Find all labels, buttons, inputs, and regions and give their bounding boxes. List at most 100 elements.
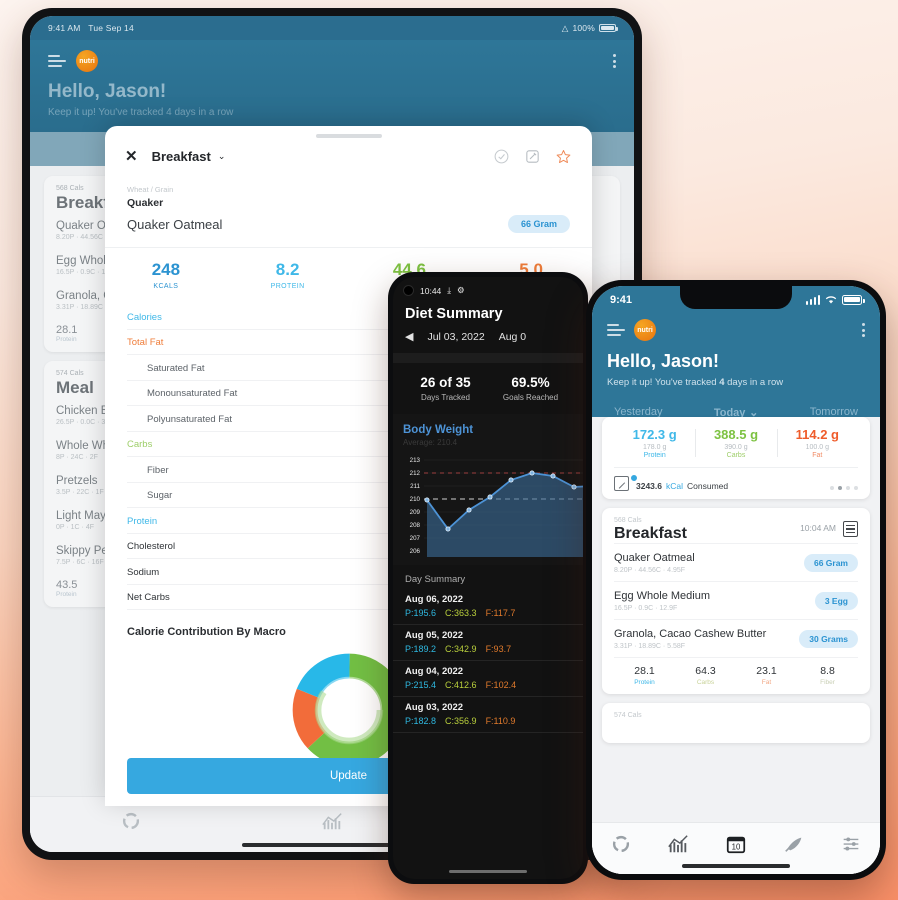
macro-carbs: 388.5 g 390.0 g Carbs — [695, 427, 776, 459]
iphone-day-yesterday[interactable]: Yesterday — [614, 406, 663, 418]
svg-text:209: 209 — [410, 509, 421, 516]
serving-size-pill[interactable]: 66 Gram — [507, 215, 570, 233]
battery-icon — [599, 24, 618, 32]
macro-label: Carbs — [726, 452, 746, 459]
day-summary-title: Day Summary — [393, 565, 583, 589]
iphone-hero: nutri Hello, Jason! Keep it up! You've t… — [592, 313, 880, 400]
android-device: 10:44 ⤓ ⚙ Diet Summary ◀ Jul 03, 2022 Au… — [388, 272, 588, 884]
list-menu-icon[interactable] — [843, 521, 858, 537]
macro-donut-icon[interactable] — [120, 810, 142, 832]
food-info-block: Wheat / Grain Quaker Quaker Oatmeal 66 G… — [105, 173, 592, 247]
iphone-meal-card-breakfast[interactable]: 568 Cals Breakfast 10:04 AM Quaker Oatme… — [602, 508, 870, 694]
macro-fat: 114.2 g 100.0 g Fat — [776, 427, 858, 459]
calendar-10-icon[interactable]: 10 — [725, 833, 747, 855]
item-serving-pill[interactable]: 30 Grams — [799, 630, 858, 648]
menu-hamburger-icon[interactable] — [48, 55, 66, 67]
modal-header: ✕ Breakfast ⌄ — [105, 138, 592, 173]
macro-value: 388.5 g — [713, 427, 759, 442]
day-summary-row[interactable]: Aug 03, 2022 P:182.8 C:356.9 F:110.9 — [393, 697, 583, 733]
macro-value: 248 — [151, 260, 181, 279]
iphone-notch — [680, 286, 792, 309]
macro-goal: 100.0 g — [805, 444, 829, 451]
total-label: Carbs — [696, 679, 715, 686]
nutrient-label: Polyunsaturated Fat — [147, 413, 233, 425]
settings-sliders-icon[interactable] — [840, 833, 862, 855]
iphone-day-tomorrow[interactable]: Tomorrow — [810, 406, 858, 418]
item-macros: 3.31P · 18.89C · 5.58F — [614, 643, 686, 650]
day-summary-row[interactable]: Aug 04, 2022 P:215.4 C:412.6 F:102.4 — [393, 661, 583, 697]
prev-arrow-icon[interactable]: ◀ — [405, 330, 413, 343]
iphone-time: 9:41 — [610, 293, 633, 306]
svg-text:212: 212 — [410, 470, 421, 477]
progress-thumb[interactable] — [630, 473, 638, 482]
close-icon[interactable]: ✕ — [125, 149, 138, 164]
menu-hamburger-icon[interactable] — [607, 324, 625, 336]
total-value: 64.3 — [695, 665, 716, 677]
clock-check-icon[interactable] — [493, 148, 510, 165]
chart-title: Body Weight — [403, 424, 474, 436]
total-value: 28.1 — [56, 324, 78, 336]
modal-title: Breakfast — [151, 149, 211, 164]
svg-text:10: 10 — [732, 842, 741, 851]
stat-label: Goals Reached — [502, 393, 559, 402]
macro-value: 172.3 g — [632, 427, 677, 442]
day-fat: F:110.9 — [485, 716, 516, 726]
day-protein: P:195.6 — [405, 608, 437, 618]
food-icon[interactable] — [783, 833, 805, 855]
iphone-meal-card-next[interactable]: 574 Cals — [602, 703, 870, 743]
day-fat: F:102.4 — [485, 680, 517, 690]
day-date: Aug 05, 2022 — [405, 630, 464, 641]
subtitle-suffix: days in a row — [724, 377, 784, 388]
wifi-icon: △ — [561, 22, 569, 33]
macro-kcals: 248 KCALS — [105, 260, 227, 290]
meal-time: 10:04 AM — [800, 523, 836, 533]
item-serving-pill[interactable]: 3 Egg — [814, 592, 858, 610]
day-date: Aug 04, 2022 — [405, 666, 464, 677]
day-carbs: C:342.9 — [445, 644, 477, 654]
item-name: Egg Whole Medium — [614, 590, 710, 602]
meal-item[interactable]: Egg Whole Medium 16.5P · 0.9C · 12.9F 3 … — [614, 581, 858, 619]
battery-icon — [842, 294, 865, 305]
meal-item[interactable]: Granola, Cacao Cashew Butter 3.31P · 18.… — [614, 619, 858, 657]
macro-goal: 390.0 g — [724, 444, 748, 451]
iphone-device: 9:41 nutri Hello, Jason! Keep it up! You… — [586, 280, 886, 880]
svg-text:213: 213 — [410, 457, 421, 464]
date-range-end[interactable]: Aug 0 — [499, 331, 526, 343]
food-category: Wheat / Grain — [127, 185, 174, 194]
chevron-down-icon[interactable]: ⌄ — [218, 151, 226, 162]
total-value: 28.1 — [634, 665, 655, 677]
day-protein: P:215.4 — [405, 680, 437, 690]
stat-goals-reached: 69.5% Goals Reached — [488, 375, 573, 402]
chart-subtitle: Average: 210.4 — [403, 438, 458, 447]
macro-donut-icon[interactable] — [610, 833, 632, 855]
edit-pencil-icon[interactable] — [524, 148, 541, 165]
macro-label: KCALS — [153, 283, 179, 290]
nutrient-label: Fiber — [147, 464, 169, 476]
bar-chart-icon[interactable] — [667, 833, 689, 855]
bar-chart-icon[interactable] — [321, 810, 343, 832]
tablet-greeting-subtitle: Keep it up! You've tracked 4 days in a r… — [48, 107, 234, 118]
page-dots[interactable] — [830, 486, 858, 491]
star-icon[interactable] — [555, 148, 572, 165]
meal-totals: 28.1 Protein 64.3 Carbs 23.1 Fat 8.8 Fiber — [614, 657, 858, 686]
overflow-menu-icon[interactable] — [613, 54, 616, 68]
meal-item[interactable]: Quaker Oatmeal 8.20P · 44.56C · 4.95F 66… — [614, 543, 858, 581]
stat-value: 69.5% — [511, 375, 550, 390]
svg-text:210: 210 — [410, 496, 421, 503]
overflow-menu-icon[interactable] — [862, 323, 865, 337]
nutrient-label: Saturated Fat — [147, 362, 205, 374]
day-summary-row[interactable]: Aug 06, 2022 P:195.6 C:363.3 F:117.7 — [393, 589, 583, 625]
total-label: Fiber — [820, 679, 835, 686]
item-name: Granola, Cacao Cashew Butter — [614, 628, 767, 640]
kcal-value: 3243.6 — [636, 481, 662, 491]
item-serving-pill[interactable]: 66 Gram — [803, 554, 858, 572]
camera-punchhole-icon — [403, 285, 414, 296]
day-summary-row[interactable]: Aug 05, 2022 P:189.2 C:342.9 F:93.7 — [393, 625, 583, 661]
iphone-greeting: Hello, Jason! — [607, 351, 720, 371]
kcal-unit: kCal — [666, 481, 684, 491]
android-screen: 10:44 ⤓ ⚙ Diet Summary ◀ Jul 03, 2022 Au… — [393, 277, 583, 879]
edit-pencil-icon[interactable] — [614, 476, 629, 491]
nutrient-label: Protein — [127, 515, 158, 527]
date-range-start[interactable]: Jul 03, 2022 — [427, 331, 484, 343]
tablet-battery-pct: 100% — [572, 23, 595, 33]
